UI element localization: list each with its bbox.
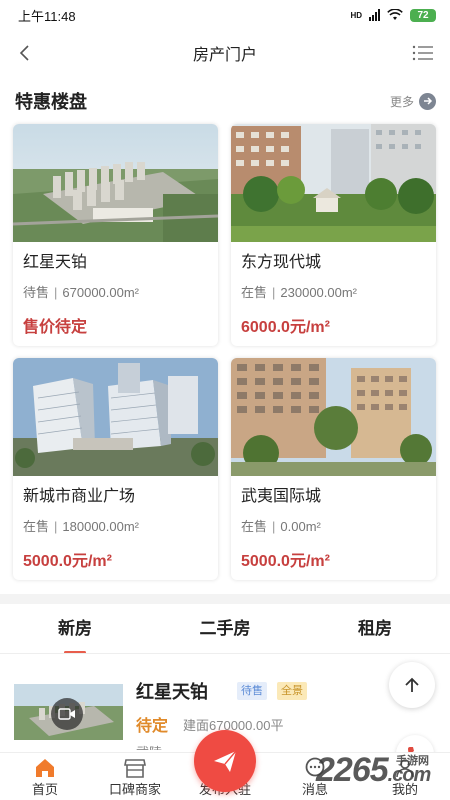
watermark-caption: 手游网 (396, 755, 429, 767)
property-name: 红星天铂 (23, 254, 88, 271)
video-icon[interactable] (51, 698, 83, 730)
listing-price-status: 待定 (136, 718, 169, 735)
more-link[interactable]: 更多 (389, 92, 436, 110)
property-name: 东方现代城 (241, 254, 322, 271)
signal-icon (369, 9, 380, 21)
nav-item-label: 口碑商家 (108, 782, 161, 797)
tab-new-homes[interactable]: 新房 (0, 608, 150, 654)
arrow-right-icon (419, 92, 436, 110)
tabs-divider (0, 653, 450, 654)
special-offers-header: 特惠楼盘 更多 (0, 86, 450, 116)
property-name: 新城市商业广场 (23, 488, 136, 505)
property-price: 5000.0元/m² (23, 553, 112, 570)
home-icon (36, 759, 54, 777)
property-image-residential-blocks (231, 358, 436, 476)
status-time: 上午11:48 (18, 8, 76, 24)
menu-button[interactable] (408, 38, 438, 68)
property-image-aerial-complex (13, 124, 218, 242)
property-meta: 待售 | 670000.00m² (23, 285, 140, 300)
tab-second-hand[interactable]: 二手房 (150, 608, 300, 654)
property-grid: 红星天铂 待售 | 670000.00m² 售价待定 东方现代城 在售 | 23… (13, 124, 438, 582)
property-image-commercial-plaza (13, 358, 218, 476)
property-card[interactable]: 东方现代城 在售 | 230000.00m² 6000.0元/m² (231, 124, 436, 346)
property-price: 5000.0元/m² (241, 553, 330, 570)
section-title: 特惠楼盘 (15, 92, 87, 112)
shop-icon (124, 759, 146, 778)
more-label: 更多 (389, 94, 414, 109)
wifi-icon (387, 9, 403, 20)
status-icons: HD 72 (350, 8, 436, 22)
arrow-up-icon (405, 677, 419, 692)
back-button[interactable] (10, 38, 40, 68)
paper-plane-icon (214, 750, 237, 772)
app-screen: 上午11:48 HD 72 房产门户 特惠楼盘 更多 红星天铂 待售 | 670… (0, 0, 450, 800)
tab-rentals[interactable]: 租房 (300, 608, 450, 654)
battery-icon: 72 (410, 8, 436, 22)
publish-button[interactable] (194, 730, 256, 792)
property-card[interactable]: 新城市商业广场 在售 | 180000.00m² 5000.0元/m² (13, 358, 218, 580)
listing-location: 武陵 · (136, 742, 170, 750)
property-card[interactable]: 武夷国际城 在售 | 0.00m² 5000.0元/m² (231, 358, 436, 580)
chevron-left-icon (19, 45, 29, 61)
property-name: 武夷国际城 (241, 488, 322, 505)
nav-item-label: 首页 (31, 782, 58, 797)
status-bar: 上午11:48 HD 72 (0, 0, 450, 30)
property-card[interactable]: 红星天铂 待售 | 670000.00m² 售价待定 (13, 124, 218, 346)
property-price: 6000.0元/m² (241, 319, 330, 336)
status-badge: 待售 (237, 682, 267, 700)
listing-tabs: 新房 二手房 租房 (0, 608, 450, 654)
nav-item-merchants[interactable]: 口碑商家 (90, 753, 180, 800)
hd-icon: HD (350, 10, 362, 20)
nav-item-home[interactable]: 首页 (0, 753, 90, 800)
section-divider (0, 594, 450, 604)
property-price: 售价待定 (23, 319, 88, 336)
panorama-badge: 全景 (277, 682, 307, 700)
property-meta: 在售 | 0.00m² (241, 519, 321, 534)
property-meta: 在售 | 230000.00m² (241, 285, 358, 300)
page-title: 房产门户 (192, 47, 257, 64)
menu-list-icon (412, 45, 433, 61)
nav-bar: 房产门户 (0, 30, 450, 76)
property-image-apartment-towers (231, 124, 436, 242)
listing-name: 红星天铂 (136, 682, 208, 702)
property-meta: 在售 | 180000.00m² (23, 519, 140, 534)
scroll-top-button[interactable] (389, 662, 435, 708)
